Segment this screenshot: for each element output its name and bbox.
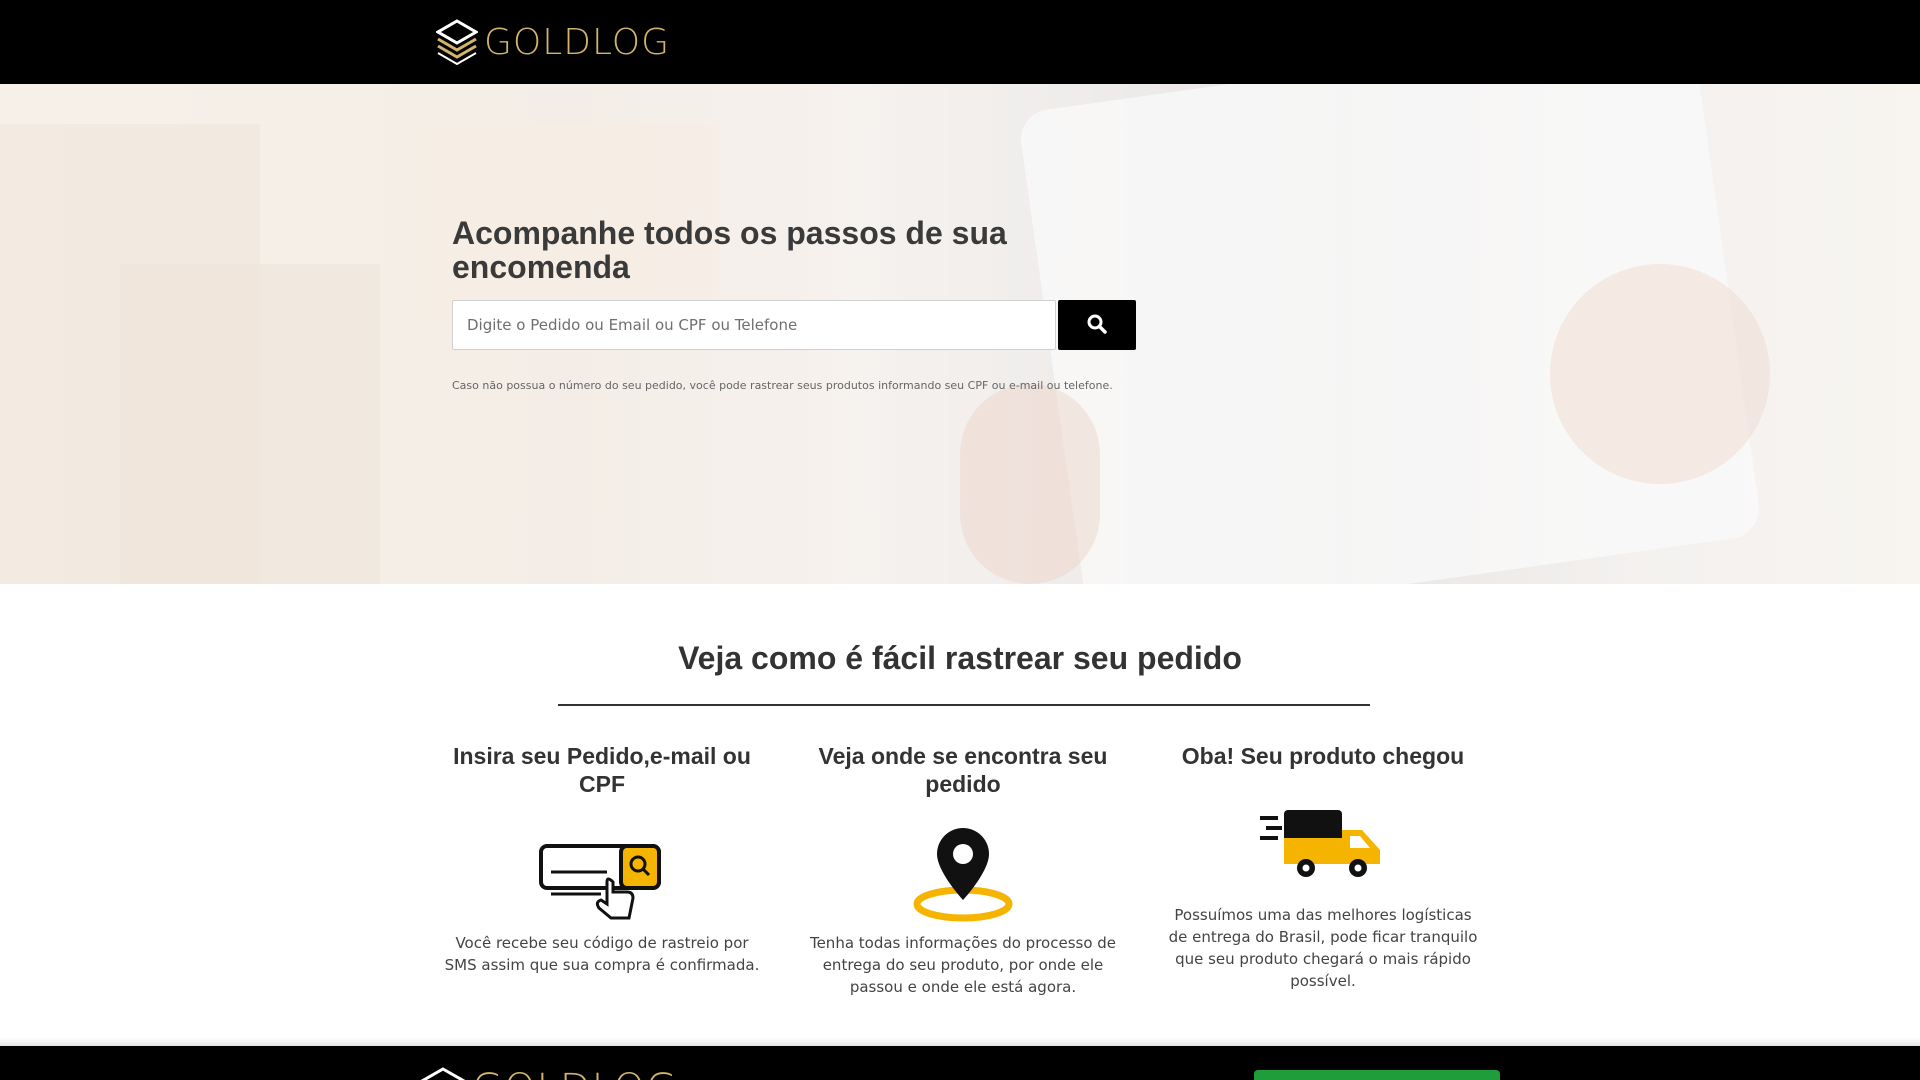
hero-title: Acompanhe todos os passos de sua encomen…: [452, 215, 1007, 285]
footer-brand-name: GOLDLOG: [472, 1066, 678, 1080]
section-title: Veja como é fácil rastrear seu pedido: [678, 640, 1242, 676]
brand-logo[interactable]: GOLDLOG: [436, 18, 670, 66]
delivery-truck-icon: [1163, 808, 1483, 882]
layered-diamond-icon: [436, 19, 478, 65]
search-bar-click-icon: [442, 842, 762, 922]
footer-shadow: [0, 1038, 1920, 1046]
footer-logo[interactable]: GOLDLOG: [419, 1066, 678, 1080]
tracking-search-input[interactable]: [452, 300, 1056, 350]
step-text: Você recebe seu código de rastreio por S…: [444, 934, 760, 974]
step-card: Veja onde se encontra seu pedido Tenha t…: [803, 742, 1123, 996]
step-title: Veja onde se encontra seu pedido: [818, 743, 1108, 797]
brand-name: GOLDLOG: [484, 21, 671, 63]
step-title: Oba! Seu produto chegou: [1181, 743, 1465, 769]
step-text: Tenha todas informações do processo de e…: [809, 934, 1117, 996]
step-text: Possuímos uma das melhores logísticas de…: [1168, 906, 1478, 990]
step-title: Insira seu Pedido,e-mail ou CPF: [453, 743, 751, 797]
search-hint: Caso não possua o número do seu pedido, …: [452, 379, 1113, 392]
location-pin-icon: [803, 822, 1123, 922]
divider: [558, 704, 1370, 706]
search-button[interactable]: [1058, 300, 1136, 350]
top-header: GOLDLOG: [0, 0, 1920, 84]
whatsapp-button[interactable]: [1254, 1070, 1500, 1080]
footer: GOLDLOG: [0, 1046, 1920, 1080]
layered-diamond-icon: [419, 1066, 467, 1080]
search-icon: [1087, 314, 1107, 337]
step-card: Insira seu Pedido,e-mail ou CPF Você rec…: [442, 742, 762, 974]
hero-banner: Acompanhe todos os passos de sua encomen…: [0, 84, 1920, 584]
step-card: Oba! Seu produto chegou Possuímos uma da…: [1163, 742, 1483, 990]
